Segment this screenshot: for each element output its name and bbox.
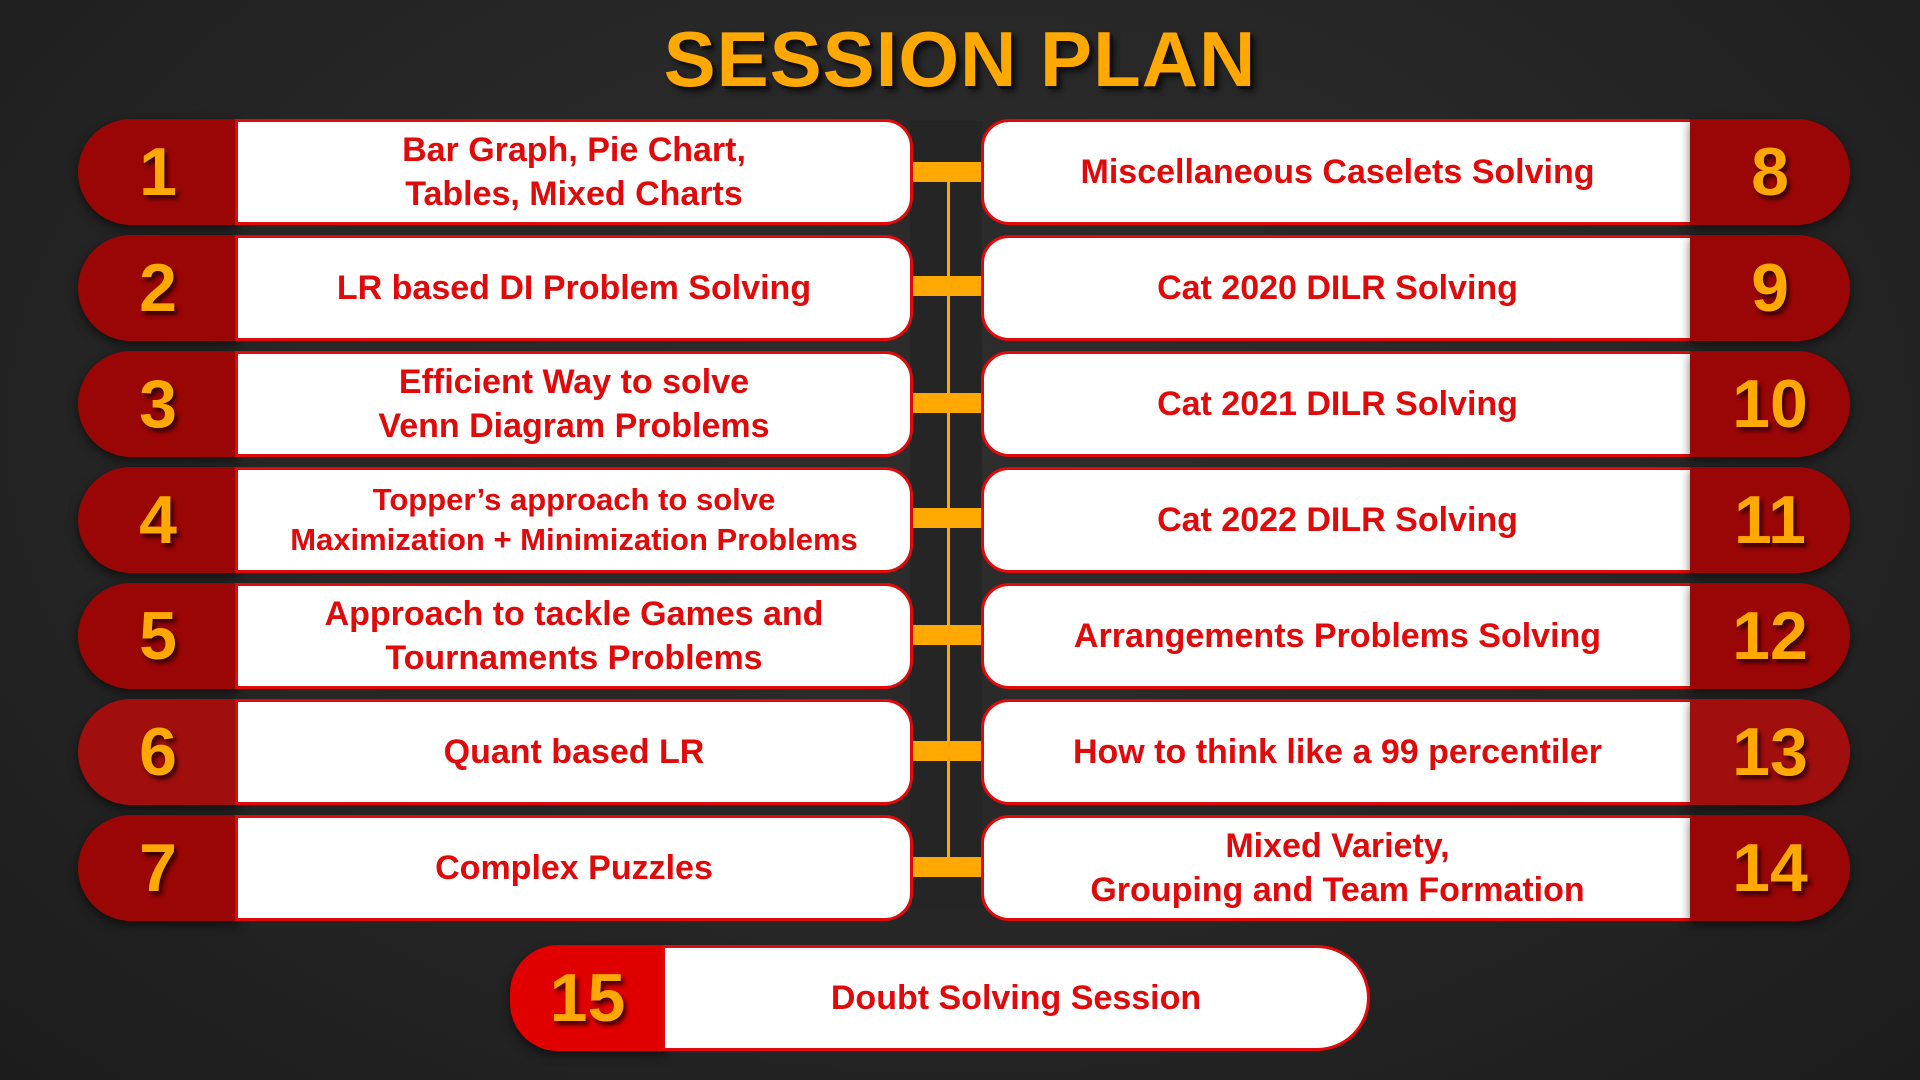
session-title-box: Mixed Variety, Grouping and Team Formati… [981,815,1694,921]
final-session-item: 15 Doubt Solving Session [510,945,1372,1051]
session-title-box: LR based DI Problem Solving [235,235,913,341]
session-number-badge: 14 [1690,815,1850,921]
spine-bar [910,625,982,645]
session-number: 15 [549,960,626,1036]
spine-bar [910,162,982,182]
spine-bar [910,393,982,413]
session-number: 12 [1732,598,1808,674]
session-number-badge: 9 [1690,235,1850,341]
session-number: 8 [1751,134,1789,210]
session-title: How to think like a 99 percentiler [1072,733,1603,771]
session-item: 5 Approach to tackle Games and Tournamen… [78,583,913,689]
session-title: Complex Puzzles [435,849,713,887]
session-title: Quant based LR [443,733,705,771]
session-number-badge: 3 [78,351,238,457]
session-number: 13 [1732,714,1808,790]
session-title-box: Cat 2022 DILR Solving [981,467,1694,573]
session-title-box: Miscellaneous Caselets Solving [981,119,1694,225]
session-number: 2 [139,250,177,326]
session-title: Doubt Solving Session [830,979,1202,1017]
session-item: Arrangements Problems Solving 12 [978,583,1850,689]
session-title-box: How to think like a 99 percentiler [981,699,1694,805]
session-item: Mixed Variety, Grouping and Team Formati… [978,815,1850,921]
session-number-badge: 11 [1690,467,1850,573]
session-number-badge: 12 [1690,583,1850,689]
session-title-box: Approach to tackle Games and Tournaments… [235,583,913,689]
session-title-box: Topper’s approach to solve Maximization … [235,467,913,573]
session-title-box: Cat 2021 DILR Solving [981,351,1694,457]
session-title-box: Efficient Way to solve Venn Diagram Prob… [235,351,913,457]
session-number-badge: 10 [1690,351,1850,457]
session-number-badge: 2 [78,235,238,341]
session-title: LR based DI Problem Solving [336,269,812,307]
session-title-box: Doubt Solving Session [662,945,1370,1051]
session-item: 6 Quant based LR [78,699,913,805]
session-item: 2 LR based DI Problem Solving [78,235,913,341]
session-title: Mixed Variety, Grouping and Team Formati… [1090,827,1585,909]
session-title-box: Quant based LR [235,699,913,805]
spine-bar [910,857,982,877]
spine-bar [910,276,982,296]
session-title-box: Complex Puzzles [235,815,913,921]
session-item: Cat 2020 DILR Solving 9 [978,235,1850,341]
session-number: 14 [1732,830,1808,906]
session-title: Topper’s approach to solve Maximization … [290,482,858,557]
session-number-badge: 15 [510,945,665,1051]
session-title-box: Arrangements Problems Solving [981,583,1694,689]
session-title-box: Cat 2020 DILR Solving [981,235,1694,341]
session-title: Arrangements Problems Solving [1073,617,1602,655]
session-title: Cat 2020 DILR Solving [1157,269,1518,307]
session-title: Miscellaneous Caselets Solving [1080,153,1595,191]
session-item: Cat 2022 DILR Solving 11 [978,467,1850,573]
session-number-badge: 5 [78,583,238,689]
session-number-badge: 6 [78,699,238,805]
session-item: 7 Complex Puzzles [78,815,913,921]
session-title: Approach to tackle Games and Tournaments… [324,595,824,677]
session-number: 7 [139,830,177,906]
session-title: Efficient Way to solve Venn Diagram Prob… [378,363,770,445]
spine-bar [910,508,982,528]
session-number: 9 [1751,250,1789,326]
session-item: Cat 2021 DILR Solving 10 [978,351,1850,457]
session-item: How to think like a 99 percentiler 13 [978,699,1850,805]
session-number-badge: 13 [1690,699,1850,805]
session-number: 1 [139,134,177,210]
page-title: SESSION PLAN [663,15,1257,103]
spine-bar [910,741,982,761]
session-number-badge: 7 [78,815,238,921]
session-title: Bar Graph, Pie Chart, Tables, Mixed Char… [402,131,746,213]
session-number-badge: 8 [1690,119,1850,225]
center-spine [910,121,982,907]
session-number: 11 [1734,482,1806,558]
session-number: 3 [139,366,177,442]
session-item: Miscellaneous Caselets Solving 8 [978,119,1850,225]
session-number-badge: 1 [78,119,238,225]
session-number: 4 [139,482,177,558]
session-title: Cat 2021 DILR Solving [1157,385,1518,423]
session-title-box: Bar Graph, Pie Chart, Tables, Mixed Char… [235,119,913,225]
session-number: 10 [1732,366,1808,442]
session-number: 6 [139,714,177,790]
session-item: 3 Efficient Way to solve Venn Diagram Pr… [78,351,913,457]
session-number-badge: 4 [78,467,238,573]
session-number: 5 [139,598,177,674]
session-item: 1 Bar Graph, Pie Chart, Tables, Mixed Ch… [78,119,913,225]
session-item: 4 Topper’s approach to solve Maximizatio… [78,467,913,573]
session-title: Cat 2022 DILR Solving [1157,501,1518,539]
